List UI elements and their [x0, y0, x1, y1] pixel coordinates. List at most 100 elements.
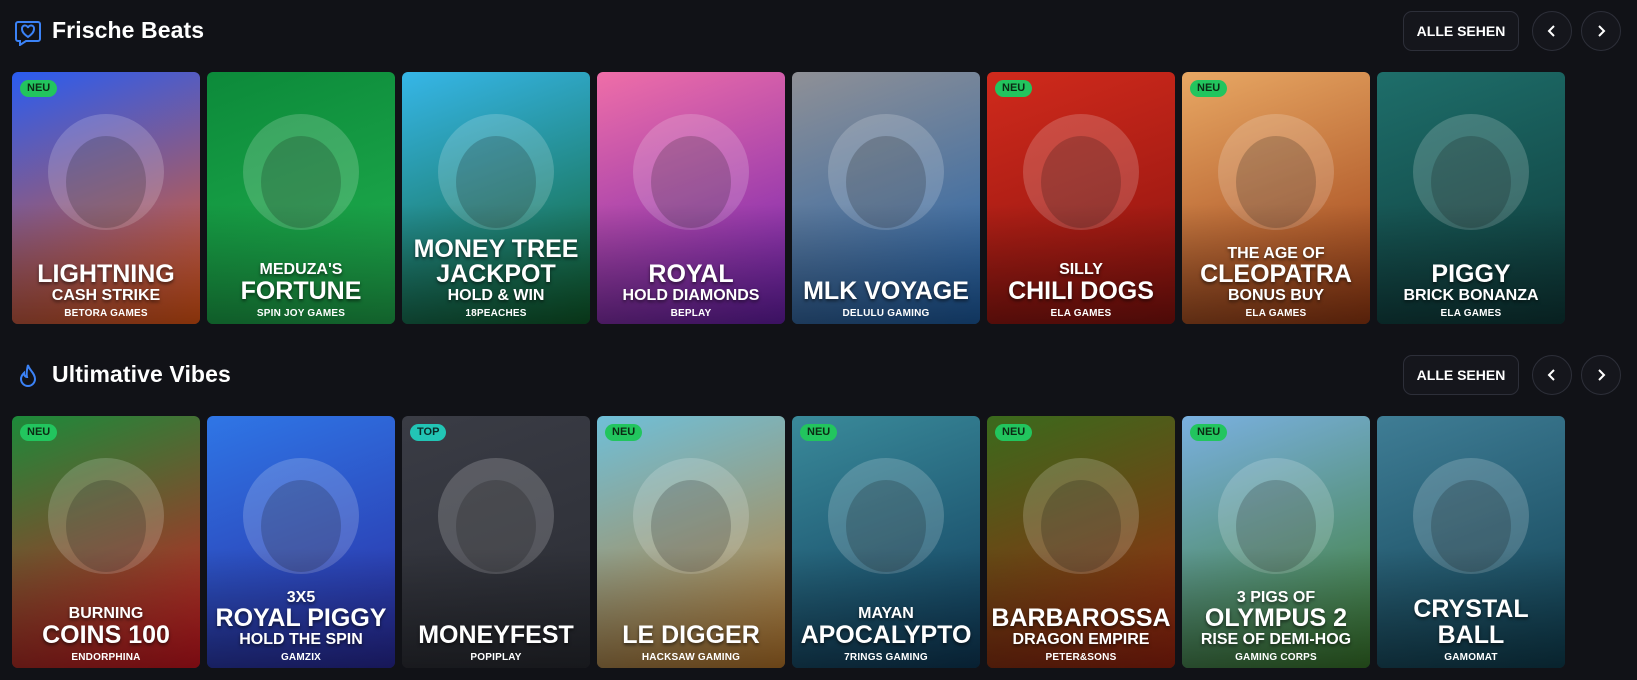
game-title: MLK VOYAGE	[796, 276, 976, 305]
see-all-button[interactable]: ALLE SEHEN	[1403, 11, 1519, 51]
game-provider: HACKSAW GAMING	[641, 652, 741, 663]
game-title: MONEYFEST	[406, 622, 586, 649]
game-provider: GAMZIX	[280, 652, 322, 663]
game-card[interactable]: ROYAL HOLD DIAMONDS BEPLAY	[597, 72, 785, 324]
game-provider: SPIN JOY GAMES	[256, 308, 346, 319]
game-provider: ELA GAMES	[1050, 308, 1112, 319]
game-title: ROYAL HOLD DIAMONDS	[601, 262, 781, 304]
game-provider: POPIPLAY	[470, 652, 522, 663]
game-badge: NEU	[1190, 424, 1228, 441]
game-title-line: BONUS BUY	[1227, 286, 1324, 304]
game-card[interactable]: MONEY TREE JACKPOT HOLD & WIN 18PEACHES	[402, 72, 590, 324]
section-header: Ultimative Vibes ALLE SEHEN	[0, 344, 1637, 406]
game-title-line: LIGHTNING	[37, 260, 175, 289]
game-title-line: HOLD DIAMONDS	[622, 286, 760, 304]
game-row: NEU BURNING COINS 100 ENDORPHINA 3X5 ROYAL PI…	[12, 416, 1637, 668]
game-title: LIGHTNING CASH STRIKE	[16, 262, 196, 304]
card-shade	[402, 548, 590, 668]
game-title: PIGGY BRICK BONANZA	[1381, 262, 1561, 304]
game-title-line: BRICK BONANZA	[1403, 286, 1539, 304]
game-badge: NEU	[605, 424, 643, 441]
game-card[interactable]: 3X5 ROYAL PIGGY HOLD THE SPIN GAMZIX	[207, 416, 395, 668]
game-title-line: LE DIGGER	[622, 620, 760, 649]
card-shade	[792, 204, 980, 324]
game-title: 3X5 ROYAL PIGGY HOLD THE SPIN	[211, 589, 391, 648]
see-all-button[interactable]: ALLE SEHEN	[1403, 355, 1519, 395]
game-title-line: MONEY TREE	[413, 234, 579, 263]
chevron-left-icon	[1547, 25, 1555, 37]
next-button[interactable]	[1581, 355, 1621, 395]
heart-badge-icon	[15, 21, 41, 46]
game-title-line: CRYSTAL	[1413, 595, 1529, 623]
chevron-right-icon	[1598, 25, 1606, 37]
game-card[interactable]: NEU SILLY CHILI DOGS ELA GAMES	[987, 72, 1175, 324]
game-provider: DELULU GAMING	[842, 308, 930, 319]
prev-button[interactable]	[1532, 355, 1572, 395]
game-title-line: APOCALYPTO	[800, 620, 972, 649]
game-title-line: ROYAL PIGGY	[215, 604, 387, 633]
flame-icon	[19, 364, 37, 387]
game-title-line: BARBAROSSA	[991, 604, 1171, 633]
game-title-line: ROYAL	[648, 260, 734, 289]
game-title-line: PIGGY	[1431, 260, 1511, 289]
game-title: THE AGE OF CLEOPATRA BONUS BUY	[1186, 245, 1366, 304]
game-title-line: HOLD THE SPIN	[239, 630, 363, 648]
game-title: BURNING COINS 100	[16, 605, 196, 648]
game-title-line: JACKPOT	[436, 260, 556, 289]
game-title: BARBAROSSA DRAGON EMPIRE	[991, 606, 1171, 648]
section-title: Ultimative Vibes	[52, 361, 231, 387]
chevron-left-icon	[1547, 369, 1555, 381]
game-badge: NEU	[995, 80, 1033, 97]
section-title: Frische Beats	[52, 17, 205, 43]
game-title-line: RISE OF DEMI-HOG	[1200, 630, 1352, 648]
game-title: 3 PIGS OF OLYMPUS 2 RISE OF DEMI-HOG	[1186, 589, 1366, 648]
game-card[interactable]: NEU MAYAN APOCALYPTO 7RINGS GAMING	[792, 416, 980, 668]
game-title: MEDUZA'S FORTUNE	[211, 261, 391, 305]
game-provider: BEPLAY	[670, 308, 712, 319]
game-card[interactable]: NEU LIGHTNING CASH STRIKE BETORA GAMES	[12, 72, 200, 324]
game-card[interactable]: TOP MONEYFEST POPIPLAY	[402, 416, 590, 668]
game-card[interactable]: MEDUZA'S FORTUNE SPIN JOY GAMES	[207, 72, 395, 324]
game-provider: 7RINGS GAMING	[844, 652, 928, 663]
next-button[interactable]	[1581, 11, 1621, 51]
game-badge: NEU	[20, 80, 58, 97]
game-badge: NEU	[995, 424, 1033, 441]
game-title-line: FORTUNE	[240, 276, 362, 305]
game-title-line: HOLD & WIN	[447, 286, 545, 304]
game-card[interactable]: NEU LE DIGGER HACKSAW GAMING	[597, 416, 785, 668]
game-title: MAYAN APOCALYPTO	[796, 605, 976, 649]
game-title-line: MLK VOYAGE	[803, 276, 969, 305]
game-badge: TOP	[410, 424, 447, 441]
game-card[interactable]: CRYSTAL BALL GAMOMAT	[1377, 416, 1565, 668]
game-provider: PETER&SONS	[1045, 652, 1117, 663]
game-title: CRYSTAL BALL	[1381, 595, 1561, 649]
game-provider: BETORA GAMES	[64, 308, 148, 319]
game-card[interactable]: NEU BARBAROSSA DRAGON EMPIRE PETER&SONS	[987, 416, 1175, 668]
game-title: SILLY CHILI DOGS	[991, 261, 1171, 304]
prev-button[interactable]	[1532, 11, 1572, 51]
game-title-line: CLEOPATRA	[1200, 260, 1352, 289]
game-provider: GAMING CORPS	[1235, 652, 1317, 663]
game-title-line: DRAGON EMPIRE	[1012, 630, 1150, 648]
game-title-line: CASH STRIKE	[51, 286, 161, 304]
game-title: LE DIGGER	[601, 620, 781, 649]
game-provider: GAMOMAT	[1444, 652, 1498, 663]
game-provider: ENDORPHINA	[71, 652, 141, 663]
game-card[interactable]: NEU BURNING COINS 100 ENDORPHINA	[12, 416, 200, 668]
game-title-line: BALL	[1437, 620, 1505, 649]
game-provider: ELA GAMES	[1440, 308, 1502, 319]
game-card[interactable]: NEU THE AGE OF CLEOPATRA BONUS BUY ELA GAMES	[1182, 72, 1370, 324]
game-badge: NEU	[1190, 80, 1228, 97]
game-provider: ELA GAMES	[1245, 308, 1307, 319]
game-provider: 18PEACHES	[465, 308, 527, 319]
game-card[interactable]: PIGGY BRICK BONANZA ELA GAMES	[1377, 72, 1565, 324]
chevron-right-icon	[1598, 369, 1606, 381]
game-row: NEU LIGHTNING CASH STRIKE BETORA GAMES MEDUZ…	[12, 72, 1637, 324]
section-header: Frische Beats ALLE SEHEN	[0, 0, 1637, 62]
card-shade	[597, 548, 785, 668]
game-title: MONEY TREE JACKPOT HOLD & WIN	[406, 234, 586, 304]
game-title-line: OLYMPUS 2	[1204, 604, 1348, 633]
game-badge: NEU	[800, 424, 838, 441]
game-card[interactable]: NEU 3 PIGS OF OLYMPUS 2 RISE OF DEMI-HOG GAM…	[1182, 416, 1370, 668]
game-card[interactable]: MLK VOYAGE DELULU GAMING	[792, 72, 980, 324]
